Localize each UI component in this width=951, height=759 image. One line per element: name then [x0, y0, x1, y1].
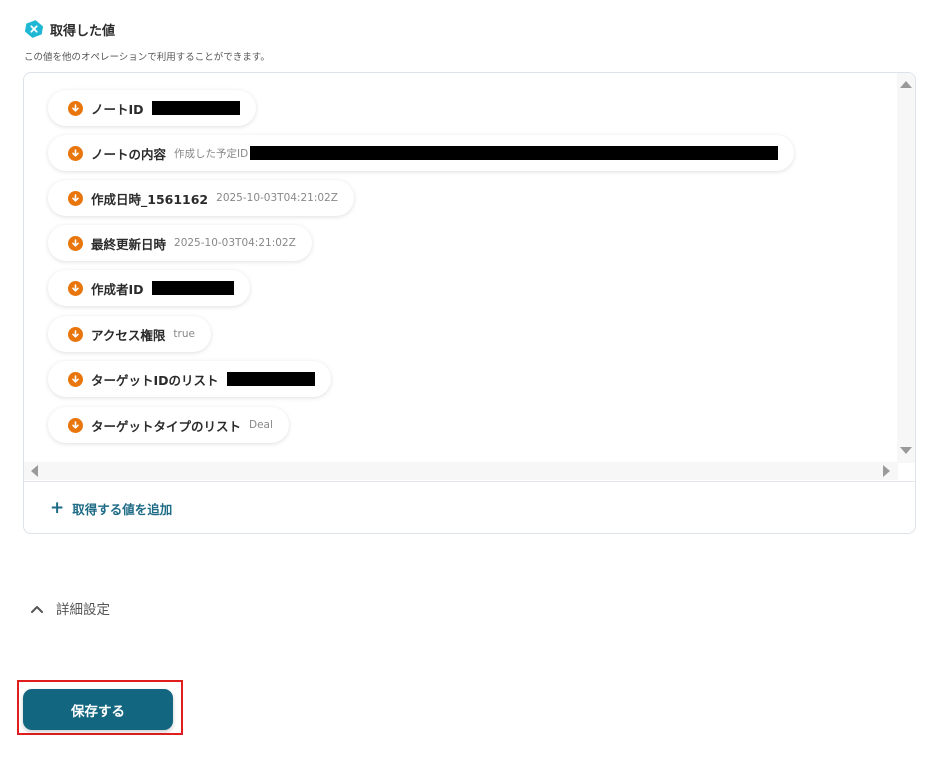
value-chip-creator-id[interactable]: 作成者ID [48, 270, 250, 306]
vertical-scrollbar[interactable] [897, 73, 915, 463]
value-chip-note-id[interactable]: ノートID [48, 90, 256, 126]
value-chip-created-at[interactable]: 作成日時_1561162 2025-10-03T04:21:02Z [48, 180, 354, 216]
values-list: ノートID ノートの内容 作成した予定ID 作成日時_1561162 2025-… [24, 73, 898, 463]
section-title: 取得した値 [50, 23, 116, 39]
value-chip-access[interactable]: アクセス権限 true [48, 316, 211, 352]
download-arrow-icon [68, 371, 83, 387]
advanced-settings-label: 詳細設定 [56, 602, 110, 618]
download-arrow-icon [68, 417, 83, 433]
chip-value: 2025-10-03T04:21:02Z [174, 237, 296, 249]
section-description: この値を他のオペレーションで利用することができます。 [24, 52, 270, 63]
x-hexagon-icon [24, 19, 44, 39]
plus-icon: + [50, 498, 65, 518]
chip-label: ノートの内容 [91, 146, 167, 162]
chip-value: Deal [249, 419, 273, 431]
chip-value: 作成した予定ID [174, 147, 249, 160]
chip-label: ターゲットIDのリスト [91, 372, 219, 388]
scroll-up-icon[interactable] [900, 81, 912, 88]
value-chip-target-ids[interactable]: ターゲットIDのリスト [48, 361, 331, 397]
download-arrow-icon [68, 190, 83, 206]
chip-label: アクセス権限 [91, 327, 166, 343]
value-chip-target-types[interactable]: ターゲットタイプのリスト Deal [48, 407, 289, 443]
add-value-button[interactable]: + 取得する値を追加 [50, 499, 172, 518]
chip-value: 2025-10-03T04:21:02Z [216, 192, 338, 204]
redacted-value [151, 101, 240, 115]
download-arrow-icon [68, 326, 83, 342]
download-arrow-icon [68, 145, 83, 161]
scroll-down-icon[interactable] [900, 447, 912, 454]
download-arrow-icon [68, 100, 83, 116]
chip-label: 作成日時_1561162 [91, 191, 209, 207]
chip-value: true [173, 328, 195, 340]
chip-label: ノートID [91, 101, 144, 117]
chip-label: 作成者ID [91, 281, 144, 297]
section-header: 取得した値 [24, 19, 115, 39]
panel-divider [24, 481, 915, 482]
chip-label: ターゲットタイプのリスト [91, 418, 242, 434]
value-chip-updated-at[interactable]: 最終更新日時 2025-10-03T04:21:02Z [48, 225, 312, 261]
value-chip-note-content[interactable]: ノートの内容 作成した予定ID [48, 135, 795, 171]
scroll-right-icon[interactable] [883, 465, 890, 477]
horizontal-scrollbar[interactable] [24, 462, 898, 480]
advanced-settings-toggle[interactable]: 詳細設定 [30, 598, 110, 618]
chip-label: 最終更新日時 [91, 236, 167, 252]
redacted-value [250, 146, 779, 160]
save-button[interactable]: 保存する [23, 689, 173, 730]
add-value-label: 取得する値を追加 [72, 502, 173, 517]
download-arrow-icon [68, 235, 83, 251]
scroll-left-icon[interactable] [31, 465, 38, 477]
download-arrow-icon [68, 280, 83, 296]
redacted-value [226, 372, 315, 386]
redacted-value [151, 281, 234, 295]
values-panel: ノートID ノートの内容 作成した予定ID 作成日時_1561162 2025-… [23, 72, 916, 534]
chevron-up-icon [30, 599, 44, 618]
